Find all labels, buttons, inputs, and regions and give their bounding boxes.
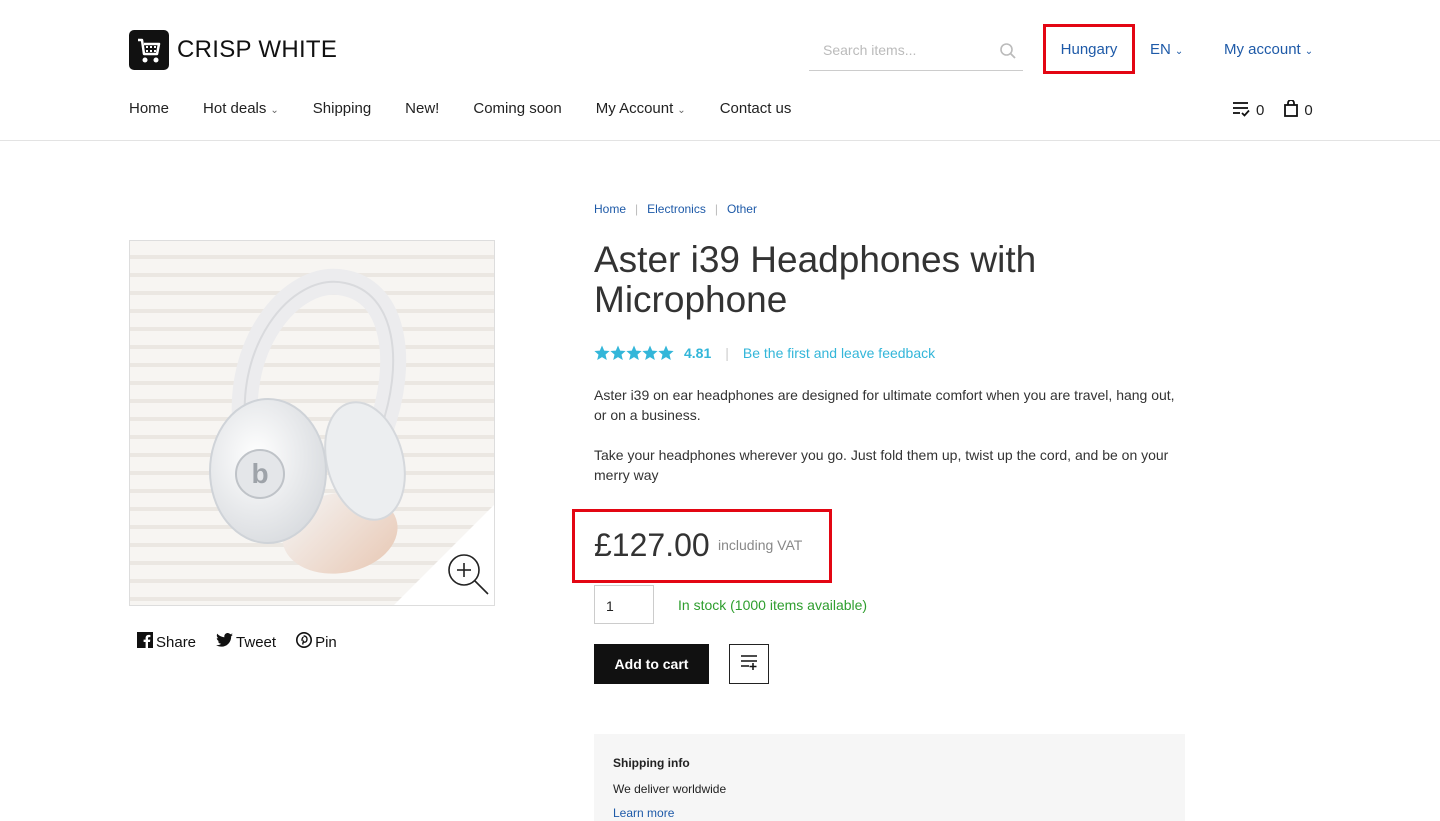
facebook-share-label: Share	[156, 633, 197, 651]
star-icon	[594, 345, 610, 360]
quantity-input[interactable]: 1	[594, 585, 654, 624]
pinterest-icon	[296, 632, 315, 652]
wishlist-count: 0	[1256, 102, 1265, 119]
nav-item-home[interactable]: Home	[129, 100, 169, 117]
breadcrumb: Home | Electronics | Other	[594, 202, 757, 216]
pinterest-share-label: Pin	[315, 633, 337, 651]
add-to-wishlist-button[interactable]	[729, 644, 769, 684]
account-label: My account	[1224, 41, 1301, 58]
chevron-down-icon: ⌄	[270, 105, 279, 116]
nav-item-hot-deals[interactable]: Hot deals ⌄	[203, 100, 279, 117]
search-icon[interactable]	[999, 42, 1017, 65]
country-label: Hungary	[1060, 41, 1118, 58]
rating-separator: |	[725, 345, 729, 361]
breadcrumb-item-other[interactable]: Other	[727, 202, 757, 216]
product-image[interactable]: b	[129, 240, 495, 606]
quantity-value: 1	[606, 598, 614, 614]
wishlist-icon[interactable]	[1232, 101, 1250, 121]
svg-text:b: b	[251, 458, 268, 489]
language-label: EN	[1150, 41, 1171, 58]
twitter-share-button[interactable]: Tweet	[216, 633, 276, 651]
twitter-share-label: Tweet	[236, 633, 277, 651]
rating-row: 4.81 | Be the first and leave feedback	[594, 345, 935, 361]
stock-status: In stock (1000 items available)	[678, 597, 868, 613]
star-icon	[642, 345, 658, 360]
add-to-cart-button[interactable]: Add to cart	[594, 644, 709, 684]
rating-stars	[594, 345, 674, 361]
nav-item-shipping[interactable]: Shipping	[313, 100, 371, 117]
logo[interactable]: CRISP WHITE	[129, 30, 337, 70]
shipping-learn-more-link[interactable]: Learn more	[613, 806, 1166, 820]
breadcrumb-separator: |	[714, 202, 718, 216]
share-row: Share Tweet Pin	[137, 632, 357, 652]
rating-value: 4.81	[684, 345, 712, 361]
add-to-cart-label: Add to cart	[614, 656, 689, 672]
chevron-down-icon: ⌄	[1174, 46, 1184, 57]
cart-logo-icon	[129, 30, 169, 70]
star-icon	[626, 345, 642, 360]
shopping-bag-icon[interactable]	[1284, 99, 1299, 121]
star-icon	[610, 345, 626, 360]
my-account-menu[interactable]: My account ⌄	[1224, 41, 1313, 58]
pinterest-share-button[interactable]: Pin	[296, 632, 337, 652]
product-price: £127.00	[594, 527, 710, 563]
leave-feedback-link[interactable]: Be the first and leave feedback	[743, 345, 935, 361]
product-description-1: Aster i39 on ear headphones are designed…	[594, 387, 1175, 423]
add-to-list-icon	[740, 653, 758, 676]
shipping-info-text: We deliver worldwide	[613, 782, 727, 796]
language-selector[interactable]: EN ⌄	[1150, 41, 1183, 58]
product-description-2: Take your headphones wherever you go. Ju…	[594, 447, 1169, 483]
main-nav: Home Hot deals ⌄ Shipping New! Coming soo…	[129, 100, 825, 117]
breadcrumb-separator: |	[635, 202, 639, 216]
nav-item-contact-us[interactable]: Contact us	[720, 100, 792, 117]
nav-item-coming-soon[interactable]: Coming soon	[473, 100, 561, 117]
chevron-down-icon: ⌄	[677, 105, 686, 116]
star-icon	[658, 345, 674, 360]
breadcrumb-item-electronics[interactable]: Electronics	[647, 202, 706, 216]
search-input[interactable]	[809, 33, 979, 67]
header-icons: 0 0	[1232, 99, 1313, 121]
site-header: CRISP WHITE Hungary EN⌄ My account⌄ Home…	[0, 0, 1440, 141]
shipping-info-panel: Shipping info We deliver worldwide Learn…	[594, 734, 1185, 821]
facebook-icon	[137, 632, 156, 652]
product-title: Aster i39 Headphones with Microphone	[594, 239, 1037, 320]
shipping-info-title: Shipping info	[613, 756, 690, 770]
cart-count: 0	[1304, 102, 1313, 119]
vat-note: including VAT	[718, 537, 803, 553]
zoom-in-icon[interactable]	[446, 552, 492, 603]
country-selector[interactable]: Hungary	[1043, 25, 1135, 74]
twitter-icon	[216, 633, 236, 651]
nav-item-new[interactable]: New!	[405, 100, 439, 117]
breadcrumb-item-home[interactable]: Home	[594, 202, 626, 216]
search-box	[809, 33, 1023, 71]
chevron-down-icon: ⌄	[1304, 46, 1314, 57]
nav-item-my-account[interactable]: My Account ⌄	[596, 100, 686, 117]
facebook-share-button[interactable]: Share	[137, 632, 196, 652]
logo-text: CRISP WHITE	[177, 36, 338, 63]
